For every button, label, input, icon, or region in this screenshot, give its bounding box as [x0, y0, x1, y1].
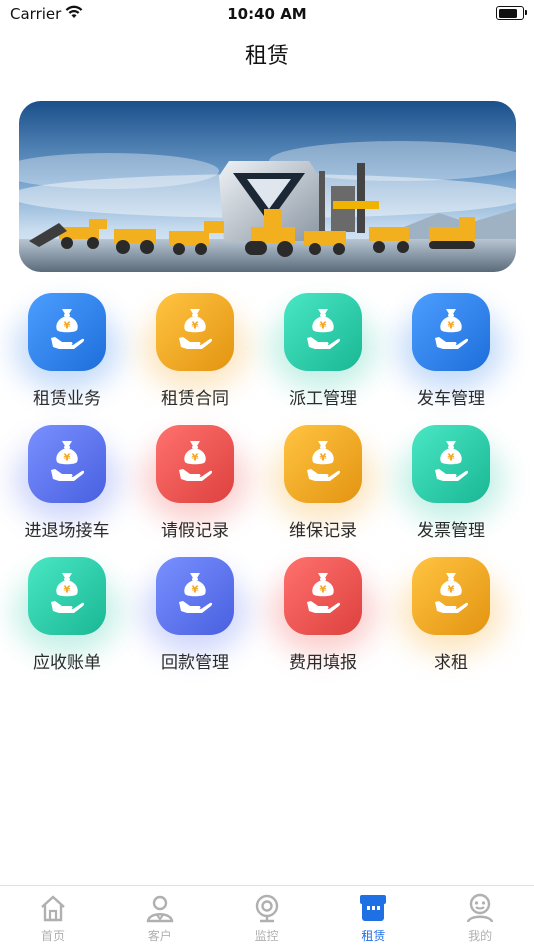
svg-text:¥: ¥: [320, 585, 327, 596]
money-bag-hand-icon: ¥: [28, 293, 106, 371]
svg-text:¥: ¥: [448, 453, 455, 464]
menu-item-label: 租赁业务: [33, 389, 101, 409]
money-bag-hand-icon: ¥: [156, 425, 234, 503]
menu-item-10[interactable]: ¥ 回款管理: [128, 557, 262, 677]
menu-item-label: 应收账单: [33, 653, 101, 673]
money-bag-hand-glyph: ¥: [51, 309, 85, 349]
menu-item-2[interactable]: ¥ 租赁合同: [128, 293, 262, 413]
menu-item-7[interactable]: ¥ 维保记录: [256, 425, 390, 545]
menu-item-6[interactable]: ¥ 请假记录: [128, 425, 262, 545]
menu-item-label: 求租: [434, 653, 468, 673]
menu-item-label: 回款管理: [161, 653, 229, 673]
tab-1[interactable]: 首页: [0, 886, 106, 951]
battery-level: [498, 8, 518, 18]
tab-bar: 首页 客户 监控 租赁 我的: [0, 885, 534, 951]
svg-text:¥: ¥: [448, 585, 455, 596]
svg-text:¥: ¥: [192, 453, 199, 464]
money-bag-hand-glyph: ¥: [307, 441, 341, 481]
svg-text:¥: ¥: [64, 321, 71, 332]
menu-item-label: 请假记录: [161, 521, 229, 541]
money-bag-hand-glyph: ¥: [307, 309, 341, 349]
menu-item-3[interactable]: ¥ 派工管理: [256, 293, 390, 413]
battery-icon: [496, 6, 527, 20]
tab-5[interactable]: 我的: [427, 886, 533, 951]
money-bag-hand-glyph: ¥: [51, 573, 85, 613]
status-bar: Carrier 10:40 AM: [0, 0, 534, 28]
money-bag-hand-glyph: ¥: [435, 573, 469, 613]
svg-text:¥: ¥: [64, 585, 71, 596]
tab-label: 租赁: [361, 929, 386, 943]
money-bag-hand-glyph: ¥: [179, 309, 213, 349]
money-bag-hand-icon: ¥: [156, 293, 234, 371]
money-bag-hand-icon: ¥: [284, 557, 362, 635]
money-bag-hand-icon: ¥: [28, 425, 106, 503]
tab-label: 客户: [147, 929, 172, 943]
svg-text:¥: ¥: [192, 585, 199, 596]
menu-item-label: 发车管理: [417, 389, 485, 409]
menu-item-label: 派工管理: [289, 389, 357, 409]
svg-text:¥: ¥: [448, 321, 455, 332]
money-bag-hand-glyph: ¥: [435, 309, 469, 349]
menu-item-label: 费用填报: [289, 653, 357, 673]
menu-item-11[interactable]: ¥ 费用填报: [256, 557, 390, 677]
money-bag-hand-icon: ¥: [412, 293, 490, 371]
money-bag-hand-icon: ¥: [284, 425, 362, 503]
money-bag-hand-icon: ¥: [412, 557, 490, 635]
svg-text:¥: ¥: [320, 453, 327, 464]
svg-text:¥: ¥: [320, 321, 327, 332]
money-bag-hand-glyph: ¥: [179, 573, 213, 613]
tab-label: 首页: [40, 929, 65, 943]
tab-label: 我的: [468, 929, 493, 943]
clock: 10:40 AM: [227, 5, 307, 23]
money-bag-hand-glyph: ¥: [51, 441, 85, 481]
menu-item-label: 进退场接车: [24, 521, 110, 541]
money-bag-hand-glyph: ¥: [307, 573, 341, 613]
svg-text:¥: ¥: [64, 453, 71, 464]
menu-item-12[interactable]: ¥ 求租: [384, 557, 518, 677]
banner-image[interactable]: [19, 101, 516, 272]
menu-item-label: 发票管理: [417, 521, 485, 541]
money-bag-hand-glyph: ¥: [179, 441, 213, 481]
menu-item-1[interactable]: ¥ 租赁业务: [0, 293, 134, 413]
menu-item-label: 租赁合同: [161, 389, 229, 409]
tab-label: 监控: [254, 929, 279, 943]
menu-item-9[interactable]: ¥ 应收账单: [0, 557, 134, 677]
money-bag-hand-icon: ¥: [284, 293, 362, 371]
money-bag-hand-icon: ¥: [412, 425, 490, 503]
menu-item-8[interactable]: ¥ 发票管理: [384, 425, 518, 545]
money-bag-hand-icon: ¥: [156, 557, 234, 635]
page-title: 租赁: [244, 44, 289, 69]
tab-2[interactable]: 客户: [107, 886, 213, 951]
money-bag-hand-glyph: ¥: [435, 441, 469, 481]
menu-item-label: 维保记录: [289, 521, 357, 541]
svg-text:¥: ¥: [192, 321, 199, 332]
menu-item-5[interactable]: ¥ 进退场接车: [0, 425, 134, 545]
money-bag-hand-icon: ¥: [28, 557, 106, 635]
tab-3[interactable]: 监控: [214, 886, 320, 951]
tab-4[interactable]: 租赁: [320, 886, 426, 951]
menu-item-4[interactable]: ¥ 发车管理: [384, 293, 518, 413]
machinery-illustration: [19, 101, 516, 272]
